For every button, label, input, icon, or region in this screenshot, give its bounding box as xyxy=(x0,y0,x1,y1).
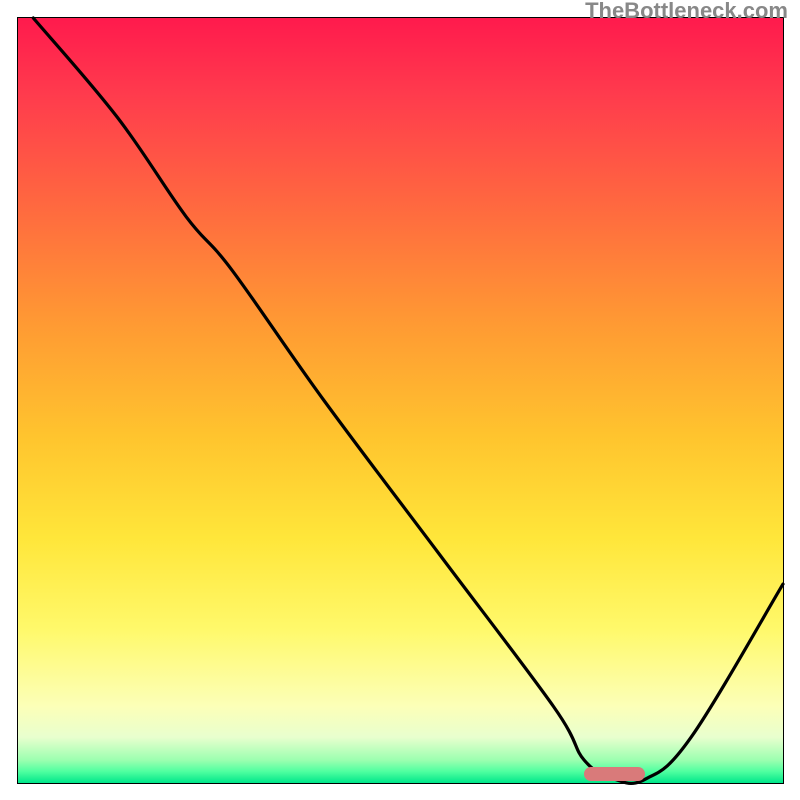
curve-layer xyxy=(18,18,783,783)
watermark-text: TheBottleneck.com xyxy=(585,0,788,24)
bottleneck-curve-path xyxy=(33,18,783,783)
chart-canvas: TheBottleneck.com xyxy=(0,0,800,800)
optimum-marker xyxy=(584,767,645,781)
